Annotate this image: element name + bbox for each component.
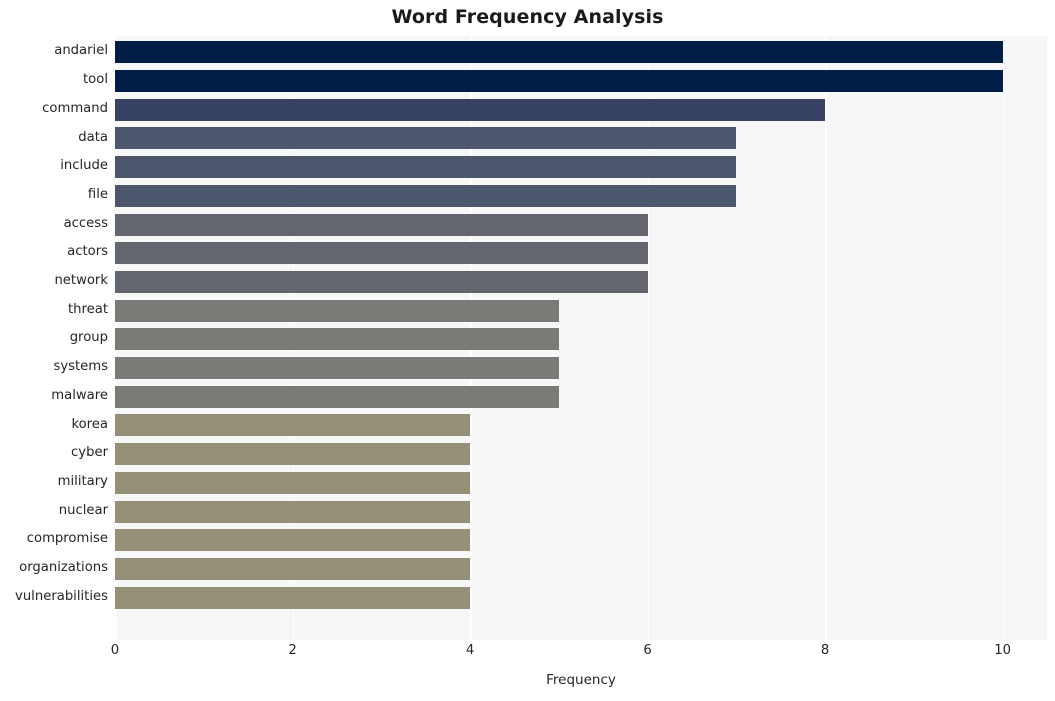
bar-compromise[interactable] <box>115 529 471 552</box>
x-tick-label-2: 2 <box>288 643 297 658</box>
bar-malware[interactable] <box>115 385 559 408</box>
bar-systems[interactable] <box>115 357 559 380</box>
bar-row <box>115 296 1047 325</box>
bar-row <box>115 497 1047 526</box>
bar-threat[interactable] <box>115 299 559 322</box>
y-tick-label-cyber: cyber <box>71 445 108 461</box>
bar-row <box>115 67 1047 96</box>
bar-access[interactable] <box>115 213 648 236</box>
bar-korea[interactable] <box>115 414 471 437</box>
bar-row <box>115 38 1047 67</box>
bar-row <box>115 354 1047 383</box>
bar-actors[interactable] <box>115 242 648 265</box>
bar-andariel[interactable] <box>115 41 1003 64</box>
bar-row <box>115 124 1047 153</box>
bar-military[interactable] <box>115 471 471 494</box>
y-tick-label-andariel: andariel <box>54 43 108 59</box>
bar-nuclear[interactable] <box>115 500 471 523</box>
y-axis-tick-labels: andariel tool command data include file access… <box>0 36 108 640</box>
bar-vulnerabilities[interactable] <box>115 586 471 609</box>
y-tick-label-korea: korea <box>71 416 108 432</box>
y-tick-label-actors: actors <box>67 244 108 260</box>
x-tick-label-6: 6 <box>643 643 652 658</box>
y-tick-label-vulnerabilities: vulnerabilities <box>15 588 108 604</box>
x-tick-label-10: 10 <box>994 643 1011 658</box>
bar-row <box>115 583 1047 612</box>
bar-file[interactable] <box>115 184 737 207</box>
y-tick-label-include: include <box>60 158 108 174</box>
bar-tool[interactable] <box>115 70 1003 93</box>
y-tick-label-file: file <box>87 186 108 202</box>
bar-row <box>115 210 1047 239</box>
bar-row <box>115 382 1047 411</box>
bar-network[interactable] <box>115 270 648 293</box>
bar-command[interactable] <box>115 98 826 121</box>
bar-organizations[interactable] <box>115 557 471 580</box>
bar-row <box>115 411 1047 440</box>
x-tick-label-0: 0 <box>110 643 120 658</box>
bar-row <box>115 440 1047 469</box>
x-axis-label: Frequency <box>546 672 616 688</box>
y-tick-label-nuclear: nuclear <box>58 502 108 518</box>
bar-cyber[interactable] <box>115 443 471 466</box>
bar-row <box>115 182 1047 211</box>
y-tick-label-military: military <box>57 473 108 489</box>
bar-row <box>115 325 1047 354</box>
y-tick-label-organizations: organizations <box>19 560 108 575</box>
y-tick-label-threat: threat <box>67 301 108 317</box>
x-axis-tick-labels: 0 2 4 6 8 10 <box>0 643 1055 667</box>
bar-row <box>115 555 1047 584</box>
bar-row <box>115 153 1047 182</box>
chart-title: Word Frequency Analysis <box>391 6 664 28</box>
y-tick-label-command: command <box>42 100 108 116</box>
y-tick-label-group: group <box>69 330 108 346</box>
y-tick-label-access: access <box>63 215 108 231</box>
bar-group[interactable] <box>115 328 559 351</box>
word-frequency-chart: Word Frequency Analysis andariel tool comm… <box>0 0 1055 701</box>
y-tick-label-data: data <box>78 129 108 145</box>
x-tick-label-4: 4 <box>465 643 475 658</box>
bar-data[interactable] <box>115 127 737 150</box>
bar-row <box>115 239 1047 268</box>
bar-row <box>115 469 1047 498</box>
y-tick-label-malware: malware <box>51 387 108 403</box>
x-tick-label-8: 8 <box>820 643 830 658</box>
bar-row <box>115 95 1047 124</box>
y-tick-label-systems: systems <box>53 359 108 375</box>
bar-row <box>115 526 1047 555</box>
plot-area <box>115 36 1047 640</box>
y-tick-label-network: network <box>54 273 108 288</box>
bar-include[interactable] <box>115 156 737 179</box>
y-tick-label-tool: tool <box>83 72 108 88</box>
bar-row <box>115 268 1047 297</box>
y-tick-label-compromise: compromise <box>26 531 108 547</box>
